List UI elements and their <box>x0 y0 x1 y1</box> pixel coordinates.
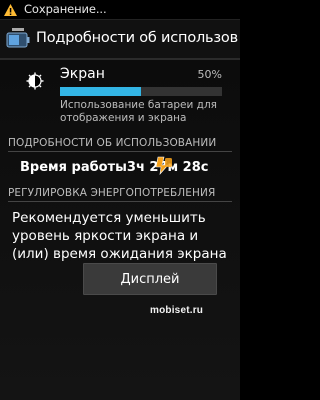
display-settings-button[interactable]: Дисплей <box>83 263 217 295</box>
details-section-header: ПОДРОБНОСТИ ОБ ИСПОЛЬЗОВАНИИ <box>8 137 232 152</box>
action-bar: Подробности об использова… <box>0 20 240 60</box>
mobiset-logo <box>150 155 176 175</box>
usage-label: Экран <box>60 66 105 82</box>
main-content: Экран 50% Использование батареи для отоб… <box>0 60 240 400</box>
power-section-header: РЕГУЛИРОВКА ЭНЕРГОПОТРЕБЛЕНИЯ <box>8 187 232 202</box>
brightness-icon <box>26 72 44 90</box>
warning-icon <box>3 2 18 16</box>
usage-progress-bar <box>60 87 222 96</box>
page-title: Подробности об использова… <box>36 30 238 46</box>
status-bar: Сохранение... <box>0 0 240 20</box>
watermark-text: mobiset.ru <box>150 305 204 316</box>
usage-percent: 50% <box>197 68 222 81</box>
battery-settings-icon[interactable] <box>4 25 32 53</box>
worktime-value: Время работы3ч 27м 28с <box>20 160 209 175</box>
status-notification-text: Сохранение... <box>24 2 107 16</box>
recommendation-text: Рекомендуется уменьшить уровень яркости … <box>12 210 227 262</box>
usage-progress-fill <box>60 87 141 96</box>
usage-description: Использование батареи для отображения и … <box>60 99 217 124</box>
